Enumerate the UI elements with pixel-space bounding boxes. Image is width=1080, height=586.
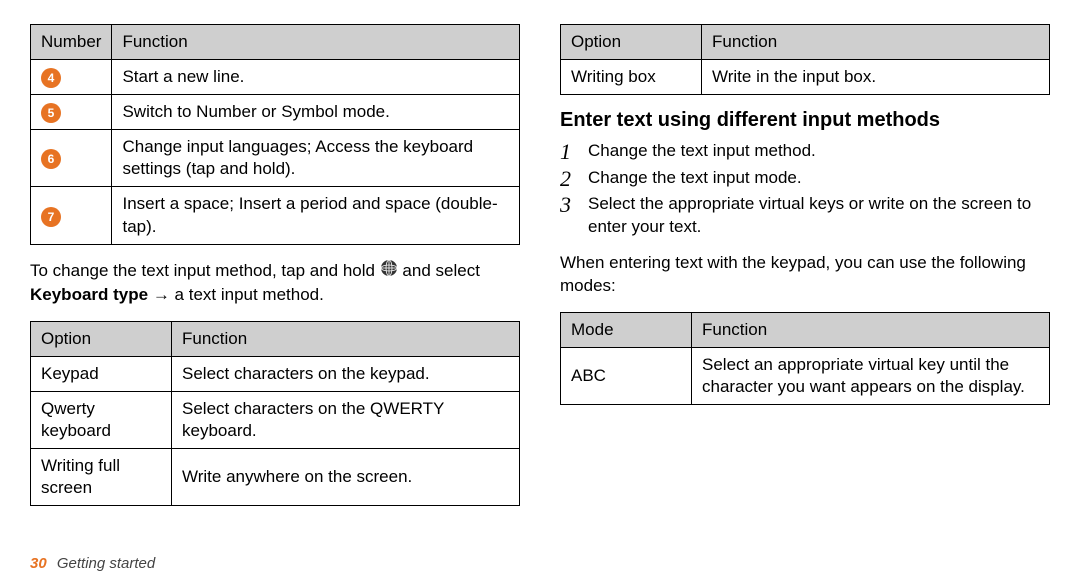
cell-function: Change input languages; Access the keybo… bbox=[112, 130, 520, 187]
right-column: Option Function Writing box Write in the… bbox=[560, 24, 1050, 586]
table-row: Keypad Select characters on the keypad. bbox=[31, 356, 520, 391]
table-row: Number Function bbox=[31, 25, 520, 60]
cell-option: Writing full screen bbox=[31, 448, 172, 505]
cell-function: Switch to Number or Symbol mode. bbox=[112, 95, 520, 130]
table-row: ABC Select an appropriate virtual key un… bbox=[561, 347, 1050, 404]
list-item: Select the appropriate virtual keys or w… bbox=[560, 193, 1050, 238]
table-row: Option Function bbox=[31, 321, 520, 356]
steps-list: Change the text input method. Change the… bbox=[560, 140, 1050, 238]
step-badge-4: 4 bbox=[41, 68, 61, 88]
table-header-number: Number bbox=[31, 25, 112, 60]
table-row: 4 Start a new line. bbox=[31, 60, 520, 95]
table-row: 6 Change input languages; Access the key… bbox=[31, 130, 520, 187]
cell-function: Select characters on the QWERTY keyboard… bbox=[172, 391, 520, 448]
paragraph-keypad-modes: When entering text with the keypad, you … bbox=[560, 252, 1050, 298]
table-row: Writing full screen Write anywhere on th… bbox=[31, 448, 520, 505]
table-header-function: Function bbox=[692, 312, 1050, 347]
cell-mode: ABC bbox=[561, 347, 692, 404]
table-mode-function: Mode Function ABC Select an appropriate … bbox=[560, 312, 1050, 405]
table-option-function-left: Option Function Keypad Select characters… bbox=[30, 321, 520, 507]
cell-function: Select an appropriate virtual key until … bbox=[692, 347, 1050, 404]
table-header-option: Option bbox=[561, 25, 702, 60]
cell-function: Write in the input box. bbox=[702, 60, 1050, 95]
cell-option: Qwerty keyboard bbox=[31, 391, 172, 448]
table-header-option: Option bbox=[31, 321, 172, 356]
table-header-mode: Mode bbox=[561, 312, 692, 347]
left-column: Number Function 4 Start a new line. 5 Sw… bbox=[30, 24, 520, 586]
table-row: Qwerty keyboard Select characters on the… bbox=[31, 391, 520, 448]
paragraph-change-method: To change the text input method, tap and… bbox=[30, 259, 520, 307]
heading-enter-text: Enter text using different input methods bbox=[560, 109, 1050, 132]
cell-function: Start a new line. bbox=[112, 60, 520, 95]
table-number-function: Number Function 4 Start a new line. 5 Sw… bbox=[30, 24, 520, 245]
text-fragment: → a text input method. bbox=[148, 285, 324, 304]
table-row: Option Function bbox=[561, 25, 1050, 60]
page-number: 30 bbox=[30, 555, 47, 572]
cell-option: Keypad bbox=[31, 356, 172, 391]
cell-function: Select characters on the keypad. bbox=[172, 356, 520, 391]
text-fragment: and select bbox=[398, 261, 480, 280]
step-badge-6: 6 bbox=[41, 149, 61, 169]
table-row: Writing box Write in the input box. bbox=[561, 60, 1050, 95]
cell-option: Writing box bbox=[561, 60, 702, 95]
cell-function: Insert a space; Insert a period and spac… bbox=[112, 187, 520, 244]
list-item: Change the text input method. bbox=[560, 140, 1050, 162]
text-fragment: To change the text input method, tap and… bbox=[30, 261, 380, 280]
table-header-function: Function bbox=[702, 25, 1050, 60]
cell-function: Write anywhere on the screen. bbox=[172, 448, 520, 505]
list-item: Change the text input mode. bbox=[560, 167, 1050, 189]
table-header-function: Function bbox=[112, 25, 520, 60]
page-footer: 30 Getting started bbox=[30, 555, 155, 572]
step-badge-7: 7 bbox=[41, 207, 61, 227]
globe-icon bbox=[380, 259, 398, 284]
table-header-function: Function bbox=[172, 321, 520, 356]
table-row: Mode Function bbox=[561, 312, 1050, 347]
step-badge-5: 5 bbox=[41, 103, 61, 123]
text-bold-keyboard-type: Keyboard type bbox=[30, 285, 148, 304]
section-title: Getting started bbox=[57, 555, 155, 572]
page: Number Function 4 Start a new line. 5 Sw… bbox=[0, 0, 1080, 586]
table-row: 5 Switch to Number or Symbol mode. bbox=[31, 95, 520, 130]
table-row: 7 Insert a space; Insert a period and sp… bbox=[31, 187, 520, 244]
table-option-function-right: Option Function Writing box Write in the… bbox=[560, 24, 1050, 95]
